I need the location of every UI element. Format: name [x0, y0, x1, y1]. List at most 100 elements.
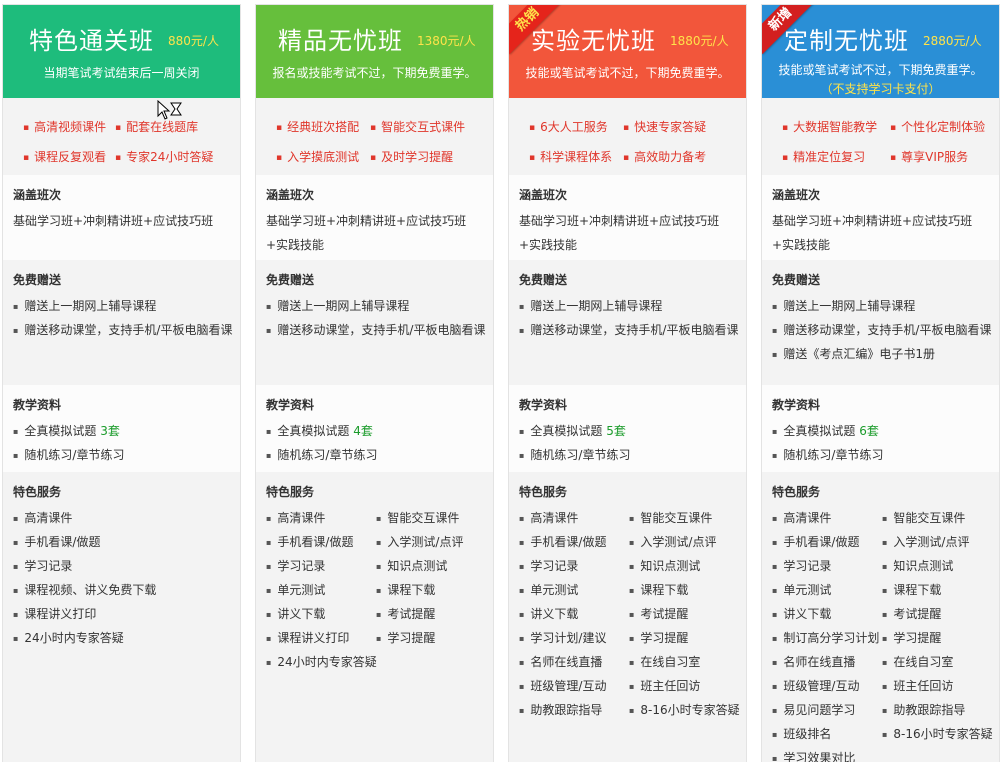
feature-item: 尊享VIP服务	[890, 148, 968, 165]
service-item: 8-16小时专家答疑	[629, 698, 746, 722]
service-item: 24小时内专家答疑	[13, 626, 238, 650]
section-title: 教学资料	[519, 398, 568, 412]
service-item: 学习提醒	[629, 626, 746, 650]
service-item: 单元测试	[772, 578, 882, 602]
section-title: 特色服务	[772, 485, 821, 499]
feature-item: 大数据智能教学	[782, 118, 877, 135]
services-section: 特色服务 高清课件 手机看课/做题 学习记录 单元测试 讲义下载 课程讲义打印 …	[256, 472, 493, 762]
gift-item: 赠送移动课堂，支持手机/平板电脑看课	[13, 318, 232, 342]
feature-item: 6大人工服务	[529, 118, 608, 135]
section-title: 特色服务	[266, 485, 315, 499]
service-item: 学习记录	[519, 554, 629, 578]
service-item: 课程视频、讲义免费下载	[13, 578, 238, 602]
section-title: 涵盖班次	[519, 188, 568, 202]
mock-exam-count: 6套	[859, 424, 879, 438]
service-item: 高清课件	[13, 506, 238, 530]
service-item: 高清课件	[772, 506, 882, 530]
service-item: 课程讲义打印	[266, 626, 376, 650]
gift-item: 赠送上一期网上辅导课程	[266, 294, 483, 318]
mock-exam-label: 全真模拟试题	[530, 424, 607, 438]
plan-description: 报名或技能考试不过，下期免费重学。	[272, 66, 477, 80]
service-item: 易见问题学习	[772, 698, 882, 722]
service-item: 知识点测试	[629, 554, 746, 578]
plan-name: 实验无忧班	[531, 27, 656, 55]
plan-features: 大数据智能教学 个性化定制体验 精准定位复习 尊享VIP服务	[762, 98, 999, 175]
feature-item: 专家24小时答疑	[115, 148, 213, 165]
service-item: 学习提醒	[882, 626, 999, 650]
plan-name: 精品无忧班	[278, 27, 403, 55]
service-item: 课程下载	[376, 578, 493, 602]
plan-header[interactable]: 特色通关班 880元/人 当期笔试考试结束后一周关闭	[3, 5, 240, 108]
section-title: 特色服务	[519, 485, 568, 499]
section-title: 涵盖班次	[266, 188, 315, 202]
gift-item: 赠送移动课堂，支持手机/平板电脑看课	[266, 318, 485, 342]
section-title: 教学资料	[266, 398, 315, 412]
service-item: 入学测试/点评	[882, 530, 999, 554]
gifts-section: 免费赠送 赠送上一期网上辅导课程 赠送移动课堂，支持手机/平板电脑看课	[256, 260, 493, 385]
service-item: 讲义下载	[519, 602, 629, 626]
materials-section: 教学资料 全真模拟试题 3套 随机练习/章节练习	[3, 385, 240, 472]
service-item: 高清课件	[266, 506, 376, 530]
mock-exam-label: 全真模拟试题	[783, 424, 860, 438]
service-item: 助教跟踪指导	[519, 698, 629, 722]
section-title: 免费赠送	[772, 273, 821, 287]
mock-exam-count: 5套	[606, 424, 626, 438]
plan-price: 2880元/人	[923, 34, 982, 48]
service-item: 课程下载	[629, 578, 746, 602]
section-title: 特色服务	[13, 485, 62, 499]
mock-exam-count: 3套	[100, 424, 120, 438]
service-item: 考试提醒	[629, 602, 746, 626]
service-item: 班级管理/互动	[772, 674, 882, 698]
section-title: 涵盖班次	[772, 188, 821, 202]
plan-card-4: 新增 定制无忧班 2880元/人 技能或笔试考试不过，下期免费重学。 （不支持学…	[761, 4, 1000, 762]
feature-item: 精准定位复习	[782, 148, 865, 165]
service-item: 学习记录	[266, 554, 376, 578]
gift-item: 赠送上一期网上辅导课程	[519, 294, 736, 318]
service-item: 班级管理/互动	[519, 674, 629, 698]
service-item: 入学测试/点评	[376, 530, 493, 554]
mock-exam-item: 全真模拟试题 5套	[519, 419, 736, 443]
plan-price: 1380元/人	[417, 34, 476, 48]
gift-item: 赠送《考点汇编》电子书1册	[772, 342, 989, 366]
gift-item: 赠送移动课堂，支持手机/平板电脑看课	[519, 318, 738, 342]
practice-item: 随机练习/章节练习	[13, 443, 230, 467]
feature-item: 经典班次搭配	[276, 118, 359, 135]
plan-card-1: 特色通关班 880元/人 当期笔试考试结束后一周关闭 高清视频课件 配套在线题库…	[2, 4, 241, 762]
mock-exam-item: 全真模拟试题 6套	[772, 419, 989, 443]
service-item: 在线自习室	[882, 650, 999, 674]
service-item: 知识点测试	[376, 554, 493, 578]
plan-note: （不支持学习卡支付）	[820, 82, 941, 96]
covered-text: 基础学习班+冲刺精讲班+应试技巧班+实践技能	[519, 214, 720, 252]
section-title: 教学资料	[13, 398, 62, 412]
gifts-section: 免费赠送 赠送上一期网上辅导课程 赠送移动课堂，支持手机/平板电脑看课	[509, 260, 746, 385]
plan-name: 定制无忧班	[784, 27, 909, 55]
service-item: 名师在线直播	[519, 650, 629, 674]
gifts-section: 免费赠送 赠送上一期网上辅导课程 赠送移动课堂，支持手机/平板电脑看课 赠送《考…	[762, 260, 999, 385]
materials-section: 教学资料 全真模拟试题 5套 随机练习/章节练习	[509, 385, 746, 472]
service-item: 讲义下载	[266, 602, 376, 626]
section-title: 免费赠送	[266, 273, 315, 287]
section-title: 免费赠送	[13, 273, 62, 287]
section-title: 涵盖班次	[13, 188, 62, 202]
service-item: 考试提醒	[376, 602, 493, 626]
plan-header[interactable]: 精品无忧班 1380元/人 报名或技能考试不过，下期免费重学。	[256, 5, 493, 108]
plan-description: 技能或笔试考试不过，下期免费重学。	[525, 66, 730, 80]
gift-item: 赠送上一期网上辅导课程	[772, 294, 989, 318]
mock-exam-label: 全真模拟试题	[277, 424, 354, 438]
service-item: 智能交互课件	[882, 506, 999, 530]
service-item: 助教跟踪指导	[882, 698, 999, 722]
service-item: 智能交互课件	[376, 506, 493, 530]
plan-header[interactable]: 热销 实验无忧班 1880元/人 技能或笔试考试不过，下期免费重学。	[509, 5, 746, 108]
service-item: 入学测试/点评	[629, 530, 746, 554]
mock-exam-count: 4套	[353, 424, 373, 438]
feature-item: 智能交互式课件	[370, 118, 465, 135]
plan-header[interactable]: 新增 定制无忧班 2880元/人 技能或笔试考试不过，下期免费重学。 （不支持学…	[762, 5, 999, 108]
plan-features: 6大人工服务 快速专家答疑 科学课程体系 高效助力备考	[509, 98, 746, 175]
plan-features: 高清视频课件 配套在线题库 课程反复观看 专家24小时答疑	[3, 98, 240, 175]
service-item: 制订高分学习计划	[772, 626, 882, 650]
service-item: 单元测试	[266, 578, 376, 602]
service-item: 课程下载	[882, 578, 999, 602]
covered-text: 基础学习班+冲刺精讲班+应试技巧班	[13, 214, 214, 228]
plan-card-3: 热销 实验无忧班 1880元/人 技能或笔试考试不过，下期免费重学。 6大人工服…	[508, 4, 747, 762]
services-section: 特色服务 高清课件 手机看课/做题 学习记录 课程视频、讲义免费下载 课程讲义打…	[3, 472, 240, 762]
